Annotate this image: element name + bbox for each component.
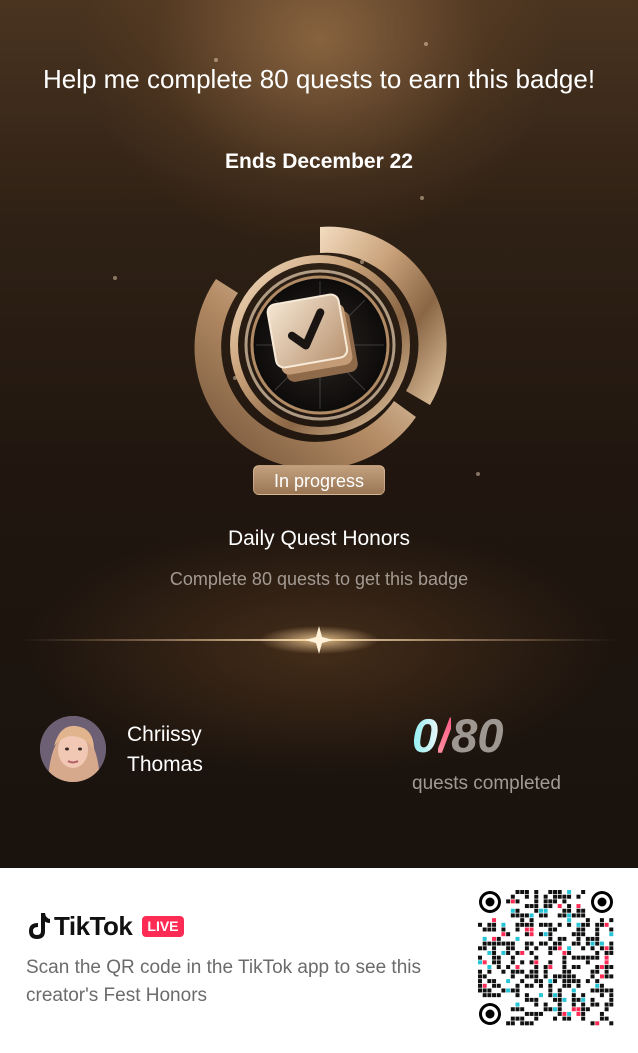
brand-name: TikTok	[54, 910, 133, 941]
checklist-card-icon	[194, 226, 447, 470]
creator-name: Chriissy Thomas	[127, 723, 203, 776]
badge-emblem	[180, 205, 460, 485]
sparkle-dot	[420, 196, 424, 200]
avatar-photo-icon	[40, 716, 106, 782]
tiktok-live-logo: TikTok LIVE	[26, 909, 184, 943]
badge-card: Help me complete 80 quests to earn this …	[0, 0, 638, 868]
completed-count: 0	[412, 709, 439, 762]
qr-code-icon	[478, 890, 614, 1026]
count-label: quests completed	[412, 773, 561, 794]
sparkle-dot	[113, 276, 117, 280]
live-badge: LIVE	[142, 915, 184, 937]
badge-title: Daily Quest Honors	[227, 527, 411, 550]
total-count: 80	[451, 709, 504, 762]
end-date: Ends December 22	[225, 150, 413, 173]
sparkle-dot	[424, 42, 428, 46]
tiktok-note-icon	[29, 913, 50, 939]
sparkle-dot	[476, 472, 480, 476]
status-badge: In progress	[253, 465, 385, 495]
scan-instructions: Scan the QR code in the TikTok app to se…	[26, 957, 422, 1006]
badge-description: Complete 80 quests to get this badge	[169, 569, 469, 589]
headline: Help me complete 80 quests to earn this …	[42, 64, 596, 94]
avatar	[40, 716, 106, 782]
sparkle-divider	[20, 626, 618, 654]
quest-counter: 0/80	[412, 706, 503, 766]
count-separator: /	[438, 709, 452, 762]
